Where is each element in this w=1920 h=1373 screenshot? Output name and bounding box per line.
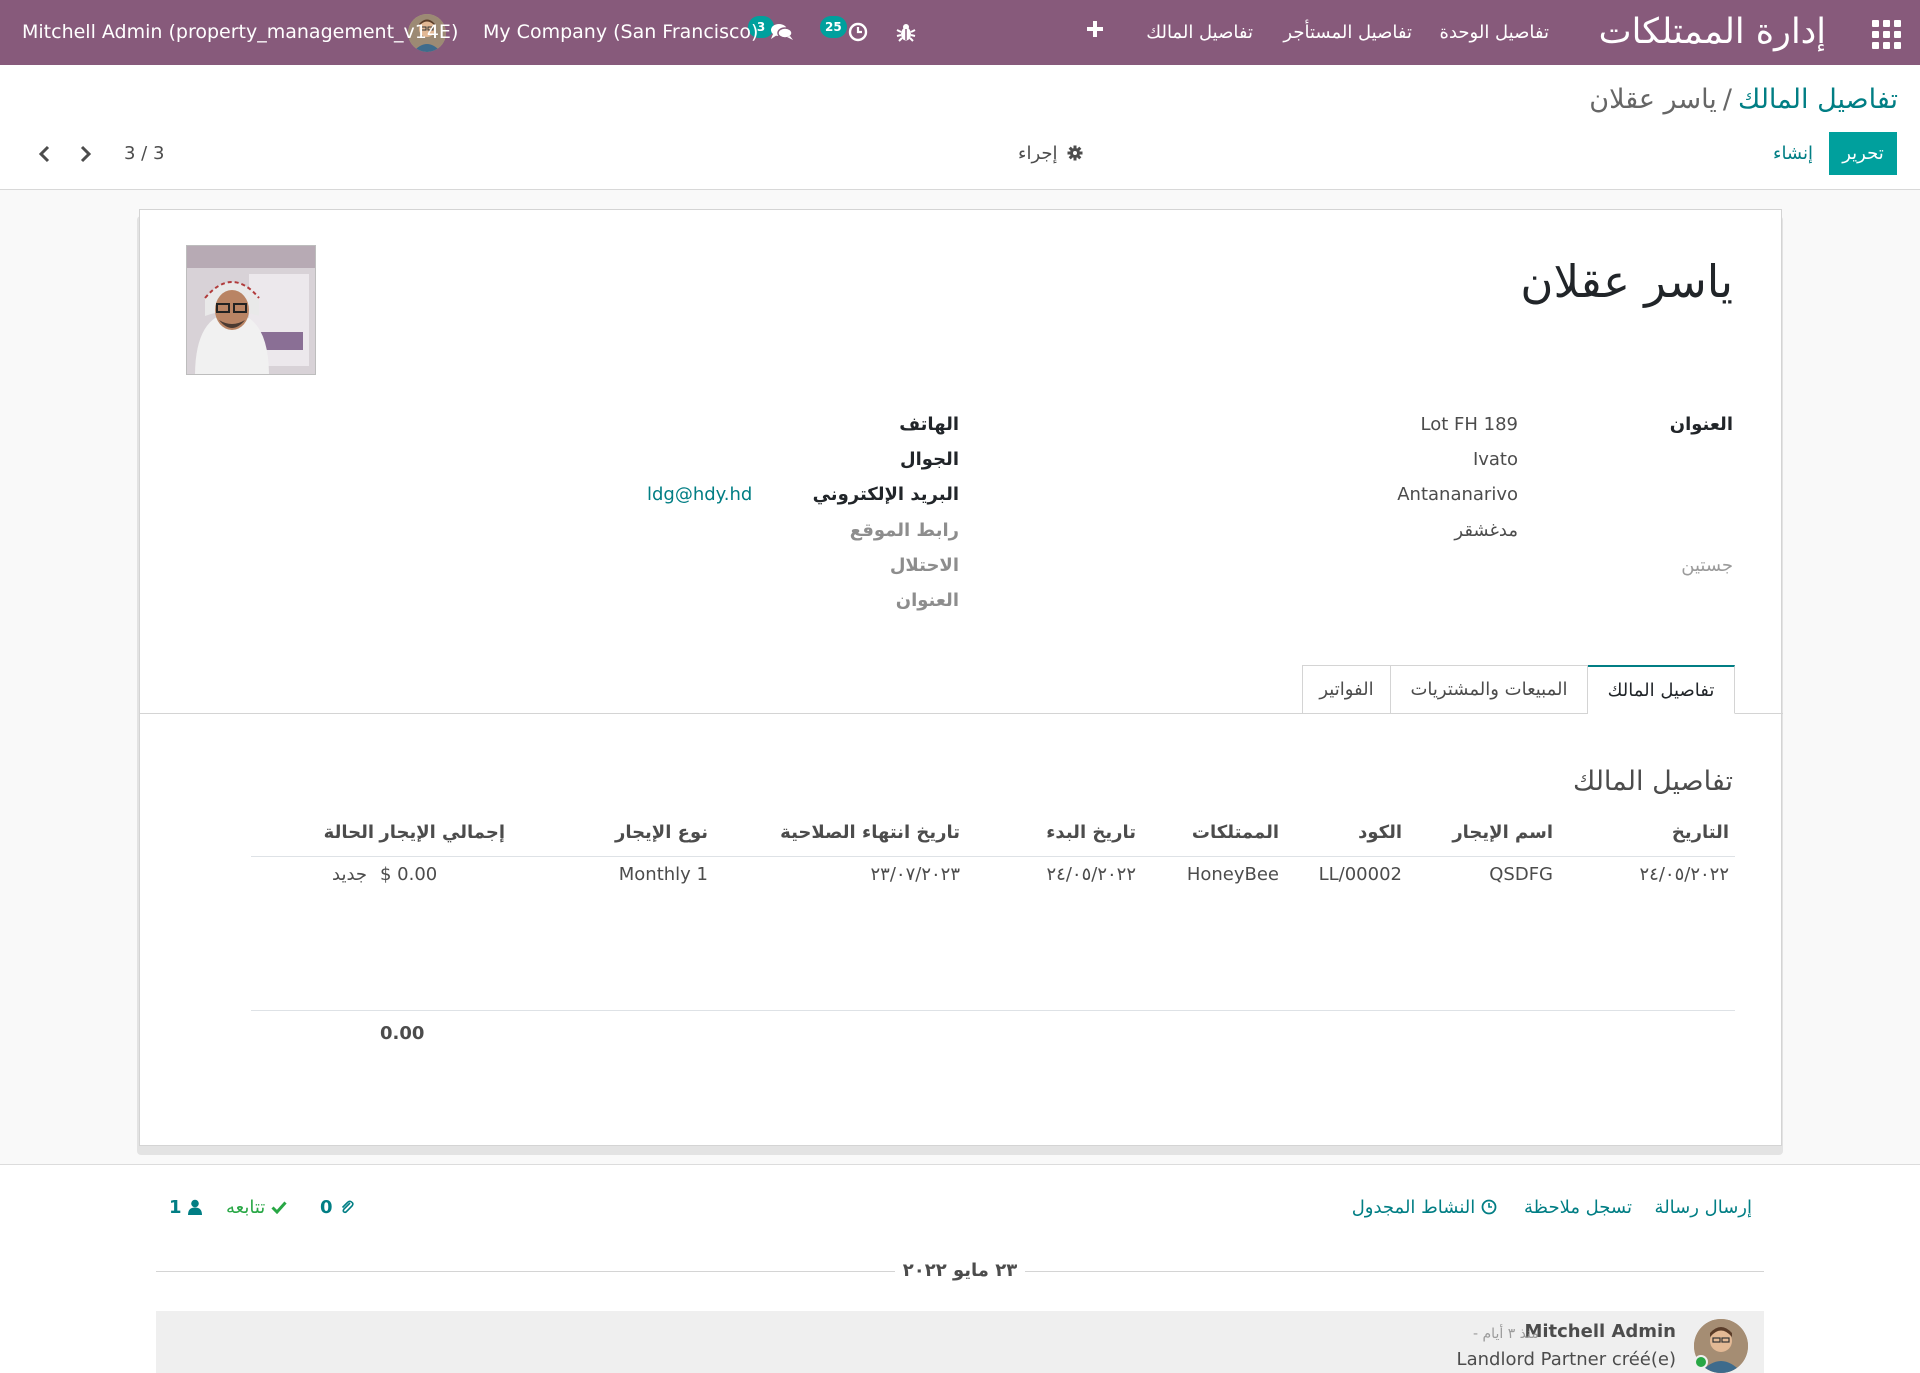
user-menu[interactable]: Mitchell Admin (property_management_v14E…: [22, 0, 458, 65]
column-header-rent-type[interactable]: نوع الإيجار: [615, 818, 708, 848]
quick-create-plus-icon[interactable]: [1084, 18, 1106, 40]
action-label: إجراء: [1018, 143, 1058, 164]
attachments-count: 0: [320, 1197, 333, 1218]
address-country: مدغشقر: [1454, 520, 1518, 541]
date-separator-line-left: [156, 1271, 895, 1272]
email-label: البريد الإلكتروني: [812, 484, 959, 505]
breadcrumb: تفاصيل المالك/ياسر عقلان: [1589, 80, 1898, 120]
table-footer-line: [251, 1010, 1735, 1011]
send-message-button[interactable]: إرسال رسالة: [1655, 1193, 1752, 1223]
attachments-button[interactable]: 0: [320, 1193, 355, 1223]
table-header-line: [251, 856, 1735, 857]
partner-image[interactable]: [186, 245, 316, 375]
menu-tenant-details[interactable]: تفاصيل المستأجر: [1283, 0, 1412, 65]
comments-icon: [770, 22, 794, 42]
schedule-activity-button[interactable]: النشاط المجدول: [1352, 1193, 1497, 1223]
second-address-label: العنوان: [895, 590, 959, 611]
address-street: Lot FH 189: [1420, 414, 1518, 435]
column-header-property[interactable]: الممتلكات: [1192, 818, 1279, 848]
cell-rent-type: Monthly 1: [618, 864, 708, 885]
followers-button[interactable]: 1: [169, 1193, 202, 1223]
section-title: تفاصيل المالك: [1572, 766, 1733, 797]
apps-menu-icon[interactable]: [1866, 14, 1902, 50]
chevron-right-icon[interactable]: [72, 141, 98, 167]
company-switcher[interactable]: My Company (San Francisco): [483, 0, 758, 65]
cell-start-date: ٢٤/٠٥/٢٠٢٢: [1046, 864, 1136, 885]
table-total: 0.00: [380, 1023, 425, 1044]
activity-menu[interactable]: 25: [820, 16, 872, 46]
column-header-start-date[interactable]: تاريخ البدء: [1046, 818, 1136, 848]
breadcrumb-parent[interactable]: تفاصيل المالك: [1738, 84, 1898, 115]
tab-sales-purchases[interactable]: المبيعات والمشتريات: [1390, 665, 1588, 714]
log-note-button[interactable]: تسجل ملاحظة: [1524, 1193, 1632, 1223]
app-title[interactable]: إدارة الممتلكات: [1599, 10, 1826, 54]
tab-landlord-details[interactable]: تفاصيل المالك: [1587, 665, 1735, 714]
follow-label: تتابعه: [226, 1197, 266, 1218]
address-city: Antananarivo: [1397, 484, 1518, 505]
chevron-left-icon[interactable]: [32, 141, 58, 167]
top-navbar: إدارة الممتلكات تفاصيل الوحدة تفاصيل الم…: [0, 0, 1920, 65]
column-header-code[interactable]: الكود: [1358, 818, 1402, 848]
clock-icon: [848, 22, 868, 42]
follow-button[interactable]: تتابعه: [226, 1193, 287, 1223]
address-street2: Ivato: [1472, 449, 1518, 470]
cell-expiry-date: ٢٣/٠٧/٢٠٢٣: [870, 864, 960, 885]
cell-rent-name: QSDFG: [1489, 864, 1553, 885]
column-header-expiry-date[interactable]: تاريخ انتهاء الصلاحية: [780, 818, 960, 848]
breadcrumb-current: ياسر عقلان: [1589, 84, 1717, 115]
date-separator: ٢٣ مايو ٢٠٢٢: [902, 1260, 1018, 1281]
check-icon: [271, 1200, 287, 1214]
message-date: - منذ ٣ أيام: [1473, 1326, 1539, 1342]
breadcrumb-separator: /: [1722, 84, 1732, 115]
phone-label: الهاتف: [899, 414, 959, 435]
column-header-date[interactable]: التاريخ: [1672, 818, 1729, 848]
user-icon: [187, 1199, 202, 1215]
paperclip-icon: [339, 1199, 355, 1215]
menu-unit-details[interactable]: تفاصيل الوحدة: [1440, 0, 1549, 65]
mobile-label: الجوال: [900, 449, 959, 470]
email-value[interactable]: ldg@hdy.hd: [647, 480, 752, 510]
create-button[interactable]: إنشاء: [1763, 132, 1823, 175]
activity-badge: 25: [820, 16, 847, 38]
occupation-label: الاحتلال: [889, 555, 959, 576]
column-header-rent-name[interactable]: اسم الإيجار: [1452, 818, 1553, 848]
tab-invoices[interactable]: الفواتير: [1302, 665, 1391, 714]
chatter-message: Mitchell Admin - منذ ٣ أيام Landlord Par…: [156, 1311, 1764, 1373]
partner-name: ياسر عقلان: [1520, 255, 1733, 308]
followers-count: 1: [169, 1197, 182, 1218]
message-author[interactable]: Mitchell Admin: [1524, 1319, 1676, 1345]
cell-code: LL/00002: [1318, 864, 1402, 885]
schedule-activity-label: النشاط المجدول: [1351, 1197, 1476, 1218]
gear-icon: [1067, 145, 1083, 161]
date-separator-line-right: [1025, 1271, 1764, 1272]
online-status-indicator: [1694, 1355, 1708, 1369]
cell-date: ٢٤/٠٥/٢٠٢٢: [1639, 864, 1729, 885]
column-header-status[interactable]: الحالة: [324, 818, 374, 848]
edit-button[interactable]: تحرير: [1829, 132, 1897, 175]
tags-field[interactable]: جستين: [1681, 551, 1733, 581]
website-label: رابط الموقع: [849, 520, 959, 541]
debug-bug-icon[interactable]: [894, 20, 918, 44]
action-dropdown[interactable]: إجراء: [1018, 132, 1083, 175]
pager-value[interactable]: 3 / 3: [124, 132, 164, 175]
menu-landlord-details[interactable]: تفاصيل المالك: [1146, 0, 1253, 65]
form-sheet: ياسر عقلان العنوان Lot FH 189 Ivato Anta…: [139, 209, 1783, 1146]
cell-status: جديد: [332, 864, 368, 885]
column-header-total-rent[interactable]: إجمالي الإيجار: [379, 818, 505, 848]
cell-property: HoneyBee: [1186, 864, 1279, 885]
address-label: العنوان: [1669, 414, 1733, 435]
message-body: Landlord Partner créé(e): [1456, 1349, 1676, 1370]
cell-total-rent: $ 0.00: [380, 864, 438, 885]
clock-icon: [1481, 1199, 1497, 1215]
